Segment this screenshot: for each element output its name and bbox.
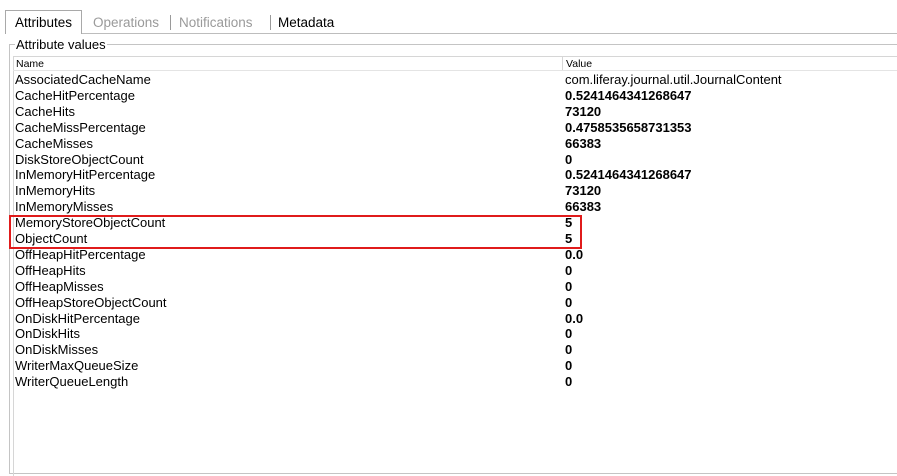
attribute-name: CacheHitPercentage [15, 87, 135, 103]
attribute-value: 0 [565, 326, 573, 342]
column-header-value[interactable]: Value [566, 57, 592, 71]
table-row[interactable]: OffHeapHits 0 [14, 263, 896, 279]
table-row[interactable]: OffHeapHitPercentage 0.0 [14, 247, 896, 263]
attribute-name: WriterQueueLength [15, 374, 129, 390]
table-row[interactable]: WriterMaxQueueSize 0 [14, 358, 896, 374]
attribute-value: 66383 [565, 135, 602, 151]
attribute-name: OnDiskMisses [15, 342, 99, 358]
attribute-name: OffHeapStoreObjectCount [15, 294, 167, 310]
table-row[interactable]: CacheMisses 66383 [14, 136, 896, 152]
tab-metadata[interactable]: Metadata [278, 12, 334, 33]
column-header-name[interactable]: Name [16, 57, 44, 71]
table-row[interactable]: CacheHits 73120 [14, 104, 896, 120]
attribute-name: OffHeapHits [15, 262, 86, 278]
attribute-name: DiskStoreObjectCount [15, 151, 144, 167]
table-row[interactable]: OnDiskHits 0 [14, 326, 896, 342]
table-row[interactable]: CacheMissPercentage 0.4758535658731353 [14, 120, 896, 136]
table-row[interactable]: InMemoryHitPercentage 0.5241464341268647 [14, 167, 896, 183]
attribute-value: com.liferay.journal.util.JournalContent [565, 72, 782, 87]
header-separator [13, 70, 897, 71]
attribute-value: 73120 [565, 103, 602, 119]
attribute-name: CacheMissPercentage [15, 119, 146, 135]
tab-bar-divider [82, 33, 897, 34]
tab-attributes[interactable]: Attributes [5, 10, 82, 34]
attribute-value: 0 [565, 151, 573, 167]
attribute-name: OffHeapMisses [15, 278, 104, 294]
table-row[interactable]: AssociatedCacheName com.liferay.journal.u… [14, 72, 896, 88]
table-row[interactable]: OffHeapMisses 0 [14, 279, 896, 295]
attribute-name: InMemoryHitPercentage [15, 167, 156, 183]
attribute-value: 66383 [565, 199, 602, 215]
table-row[interactable]: OnDiskHitPercentage 0.0 [14, 311, 896, 327]
attribute-value: 0.4758535658731353 [565, 119, 692, 135]
tab-notifications[interactable]: Notifications [179, 12, 253, 33]
attribute-value: 0 [565, 278, 573, 294]
attribute-name: WriterMaxQueueSize [15, 358, 139, 374]
column-divider[interactable] [562, 57, 563, 71]
tab-bar: Attributes Operations Notifications Meta… [0, 0, 897, 34]
attribute-name: OnDiskHits [15, 326, 81, 342]
attribute-value: 0.5241464341268647 [565, 87, 692, 103]
tab-operations[interactable]: Operations [93, 12, 159, 33]
attribute-name: CacheMisses [15, 135, 94, 151]
attribute-name: CacheHits [15, 103, 75, 119]
tab-separator [270, 15, 271, 30]
attribute-value: 73120 [565, 183, 602, 199]
attribute-name: InMemoryHits [15, 183, 96, 199]
table-row[interactable]: DiskStoreObjectCount 0 [14, 152, 896, 168]
attribute-value: 0 [565, 374, 573, 390]
attribute-name: OffHeapHitPercentage [15, 246, 146, 262]
highlight-box [9, 215, 582, 249]
table-row[interactable]: InMemoryMisses 66383 [14, 199, 896, 215]
attribute-value: 0 [565, 342, 573, 358]
table-row[interactable]: WriterQueueLength 0 [14, 374, 896, 390]
attribute-value: 0 [565, 262, 573, 278]
group-title: Attribute values [15, 37, 107, 52]
table-row[interactable]: CacheHitPercentage 0.5241464341268647 [14, 88, 896, 104]
attribute-value: 0.0 [565, 310, 584, 326]
attribute-value: 0 [565, 294, 573, 310]
attribute-name: AssociatedCacheName [15, 72, 151, 87]
attribute-value: 0.0 [565, 246, 584, 262]
attribute-name: OnDiskHitPercentage [15, 310, 140, 326]
table-row[interactable]: OffHeapStoreObjectCount 0 [14, 295, 896, 311]
tab-separator [170, 15, 171, 30]
table-row[interactable]: InMemoryHits 73120 [14, 183, 896, 199]
attribute-value: 0.5241464341268647 [565, 167, 692, 183]
attribute-name: InMemoryMisses [15, 199, 114, 215]
attribute-value: 0 [565, 358, 573, 374]
table-row[interactable]: OnDiskMisses 0 [14, 342, 896, 358]
